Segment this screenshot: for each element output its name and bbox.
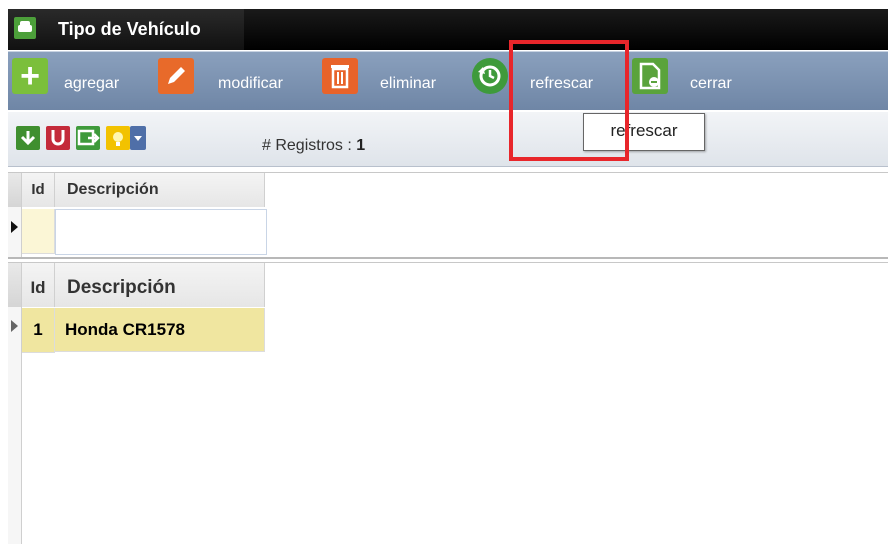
close-label: cerrar bbox=[690, 75, 732, 92]
table-row-id[interactable]: 1 bbox=[22, 308, 55, 353]
main-toolbar: + agregar modificar eliminar refrescar c… bbox=[8, 51, 888, 110]
data-grid: Id Descripción 1 Honda CR1578 bbox=[8, 262, 888, 544]
exit-icon[interactable] bbox=[76, 126, 100, 150]
delete-label: eliminar bbox=[380, 75, 437, 92]
new-row-id-cell[interactable] bbox=[22, 209, 55, 254]
add-label: agregar bbox=[64, 75, 120, 92]
grid-corner bbox=[8, 263, 21, 307]
plus-icon: + bbox=[12, 58, 48, 94]
highlight-box bbox=[509, 40, 629, 161]
close-button[interactable]: cerrar bbox=[630, 52, 760, 110]
table-row-description[interactable]: Honda CR1578 bbox=[55, 308, 265, 352]
add-button[interactable]: + agregar bbox=[8, 52, 148, 110]
pdf-icon[interactable] bbox=[46, 126, 70, 150]
chevron-down-icon[interactable] bbox=[130, 126, 146, 150]
records-counter: # Registros : 1 bbox=[262, 137, 365, 155]
column-header-id[interactable]: Id bbox=[22, 263, 55, 307]
entry-grid: Id Descripción bbox=[8, 172, 888, 259]
new-row-description-cell[interactable] bbox=[55, 209, 267, 255]
records-count: 1 bbox=[356, 137, 366, 154]
row-pointer-icon bbox=[11, 320, 18, 332]
edit-label: modificar bbox=[218, 75, 283, 92]
row-pointer-icon bbox=[11, 221, 18, 233]
records-label: # Registros : bbox=[262, 137, 352, 154]
grid-corner bbox=[8, 173, 21, 207]
pencil-icon bbox=[158, 58, 194, 94]
column-header-id[interactable]: Id bbox=[22, 173, 55, 207]
car-icon bbox=[14, 17, 36, 39]
window-title: Tipo de Vehículo bbox=[58, 19, 201, 39]
window-titlebar: Tipo de Vehículo bbox=[0, 0, 888, 50]
edit-button[interactable]: modificar bbox=[154, 52, 314, 110]
trash-icon bbox=[322, 58, 358, 94]
close-document-icon bbox=[632, 58, 668, 94]
refresh-icon bbox=[472, 58, 508, 94]
lightbulb-icon[interactable] bbox=[106, 126, 130, 150]
column-header-description[interactable]: Descripción bbox=[55, 263, 265, 307]
export-icon[interactable] bbox=[16, 126, 40, 150]
delete-button[interactable]: eliminar bbox=[320, 52, 470, 110]
secondary-toolbar: # Registros : 1 bbox=[8, 112, 888, 167]
column-header-description[interactable]: Descripción bbox=[55, 173, 265, 207]
